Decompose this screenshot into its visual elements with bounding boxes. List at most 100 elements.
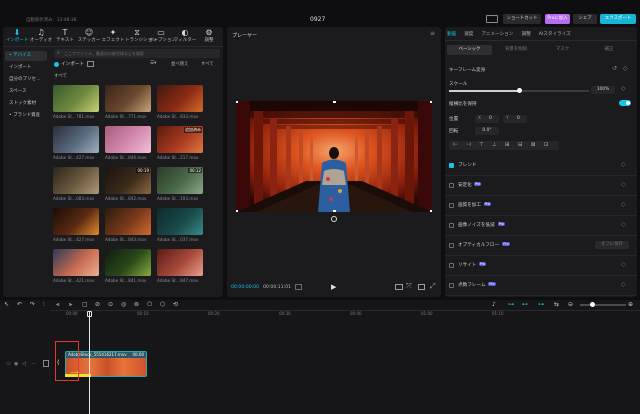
clip-left-handle-icon[interactable]: ⟨ — [57, 359, 59, 366]
toolbar-item-0[interactable]: ⬇ インポート — [5, 29, 29, 44]
crop-handle-tl[interactable] — [236, 101, 238, 103]
properties-subtab-2[interactable]: マスク — [540, 45, 585, 55]
media-tile[interactable]: Adobe St…037.mov — [157, 208, 203, 246]
media-thumbnail[interactable] — [105, 208, 151, 235]
align-icon-5[interactable]: ⊟ — [518, 142, 523, 148]
align-icon-2[interactable]: ⊤ — [479, 142, 484, 148]
sort-dropdown[interactable]: 並べ替え — [171, 61, 189, 67]
track-link-icon[interactable]: ⊶ — [538, 301, 544, 308]
media-tile[interactable]: Adobe St…421.mov — [53, 249, 99, 287]
fullscreen-grid-icon[interactable] — [295, 284, 302, 290]
timeline-tool-icon-9[interactable]: ◎ — [121, 301, 126, 308]
media-tile[interactable]: Adobe St…846.mov — [105, 126, 151, 164]
snap-icon[interactable]: ⊷ — [522, 301, 528, 308]
properties-tab-3[interactable]: 調整 — [522, 31, 531, 37]
join-pro-button[interactable]: Proに加入 — [545, 14, 570, 24]
crop-handle-top[interactable] — [333, 101, 336, 103]
timeline-tool-icon-8[interactable]: ⊙ — [108, 301, 113, 308]
track-visible-icon[interactable]: ◉ — [14, 361, 18, 367]
track-audio-icon[interactable]: ◁ — [22, 361, 26, 367]
timeline-tool-icon-0[interactable]: ↖ — [4, 301, 9, 308]
media-tile[interactable]: 00:19 Adobe St…842.mov — [105, 167, 151, 205]
keyframe-icon[interactable]: ◇ — [623, 65, 628, 72]
media-thumbnail[interactable] — [105, 85, 151, 112]
media-thumbnail[interactable] — [53, 167, 99, 194]
media-thumbnail[interactable]: 追加済み — [157, 126, 203, 153]
media-tile[interactable]: Adobe St…781.mov — [53, 85, 99, 123]
option-checkbox[interactable] — [449, 263, 454, 268]
toolbar-item-1[interactable]: ♫ オーディオ — [29, 29, 53, 44]
rotation-value[interactable]: 0.0° — [475, 127, 499, 135]
option-keyframe-icon[interactable]: ◇ — [621, 261, 626, 268]
timeline-tool-icon-13[interactable]: ⟲ — [173, 301, 178, 308]
sidebar-item-0[interactable]: • デバイス — [5, 51, 47, 61]
timeline-tool-icon-1[interactable]: ↶ — [17, 301, 22, 308]
fullscreen-icon[interactable]: ⤢ — [430, 282, 436, 291]
toolbar-item-5[interactable]: ⧖ トランジション — [125, 29, 157, 44]
properties-tab-1[interactable]: 速度 — [464, 31, 473, 37]
media-tile[interactable]: 追加済み Adobe St…217.mov — [157, 126, 203, 164]
player-menu-icon[interactable]: ≡ — [430, 30, 435, 37]
link-icon[interactable]: ⊶ — [508, 301, 514, 308]
toolbar-item-2[interactable]: T テキスト — [53, 29, 77, 44]
sidebar-item-1[interactable]: インポート — [5, 63, 47, 73]
position-x-field[interactable]: X 0 — [475, 115, 499, 123]
fit-icon[interactable]: ⤧ — [406, 282, 412, 291]
zoom-out-icon[interactable]: ⊖ — [568, 301, 573, 308]
split-icon[interactable]: ⇆ — [554, 301, 559, 308]
sidebar-item-2[interactable]: 自分のプリセ… — [5, 75, 47, 85]
media-thumbnail[interactable] — [105, 249, 151, 276]
scale-keyframe-icon[interactable]: ◇ — [621, 85, 626, 92]
properties-subtab-0[interactable]: ベーシック — [447, 45, 492, 55]
toolbar-item-4[interactable]: ✦ エフェクト — [101, 29, 125, 44]
crop-handle-bottom[interactable] — [333, 210, 336, 212]
properties-subtab-1[interactable]: 背景を削除 — [494, 45, 539, 55]
option-checkbox[interactable] — [449, 203, 454, 208]
properties-tab-0[interactable]: 動画 — [447, 31, 456, 37]
media-tile[interactable]: Adobe St…841.mov — [105, 249, 151, 287]
toolbar-item-8[interactable]: ⚙ 調整 — [197, 29, 221, 44]
search-input[interactable]: ここでファイル、動画内の被写体などを検索 — [64, 51, 144, 57]
media-thumbnail[interactable] — [157, 208, 203, 235]
layout-icon[interactable] — [486, 15, 498, 23]
timeline-tool-icon-10[interactable]: ⊚ — [134, 301, 139, 308]
timeline-tool-icon-3[interactable]: ⫶ — [43, 301, 45, 309]
media-thumbnail[interactable] — [53, 126, 99, 153]
shortcut-button[interactable]: ショートカット — [503, 14, 541, 24]
playhead-handle[interactable] — [87, 311, 92, 317]
sidebar-item-3[interactable]: スペース — [5, 87, 47, 97]
option-checkbox[interactable] — [449, 183, 454, 188]
scale-slider-knob[interactable] — [516, 88, 522, 93]
media-tile[interactable]: Adobe St…083.mov — [53, 167, 99, 205]
option-keyframe-icon[interactable]: ◇ — [621, 281, 626, 288]
media-tile[interactable]: Adobe St…843.mov — [105, 208, 151, 246]
cover-icon[interactable] — [43, 360, 49, 367]
scale-value[interactable]: 100% — [591, 86, 615, 94]
media-search[interactable]: ⌕ ここでファイル、動画内の被写体などを検索 — [54, 49, 220, 58]
play-icon[interactable]: ▶ — [331, 283, 336, 291]
media-thumbnail[interactable]: 00:19 — [105, 167, 151, 194]
option-checkbox[interactable] — [449, 163, 454, 168]
align-icon-4[interactable]: ⊞ — [505, 142, 510, 148]
option-checkbox[interactable] — [449, 283, 454, 288]
zoom-knob[interactable] — [590, 302, 595, 307]
option-checkbox[interactable] — [449, 243, 454, 248]
sidebar-item-4[interactable]: ストック素材 — [5, 99, 47, 109]
export-button[interactable]: エクスポート — [600, 14, 636, 24]
align-icon-0[interactable]: ⊢ — [453, 142, 458, 148]
media-tile[interactable]: Adobe St…833.mov — [157, 85, 203, 123]
properties-tab-4[interactable]: AIスタイライズ — [539, 31, 571, 37]
zoom-slider[interactable] — [580, 302, 626, 307]
media-tile[interactable]: 00:12 Adobe St…193.mov — [157, 167, 203, 205]
timeline-tool-icon-7[interactable]: ⊘ — [95, 301, 100, 308]
toolbar-item-6[interactable]: ▭ キャプション — [149, 29, 176, 44]
optical-flow-button[interactable]: オフに保存 — [595, 241, 629, 249]
media-tile[interactable]: Adobe St…427.mov — [53, 126, 99, 164]
media-thumbnail[interactable] — [53, 85, 99, 112]
media-thumbnail[interactable] — [157, 85, 203, 112]
media-tile[interactable]: Adobe St…427.mov — [53, 208, 99, 246]
toolbar-item-7[interactable]: ◐ フィルター — [173, 29, 197, 44]
toolbar-item-3[interactable]: ☺ ステッカー — [77, 29, 101, 44]
timeline-tool-icon-12[interactable]: ⬡ — [160, 301, 165, 308]
option-keyframe-icon[interactable]: ◇ — [621, 201, 626, 208]
